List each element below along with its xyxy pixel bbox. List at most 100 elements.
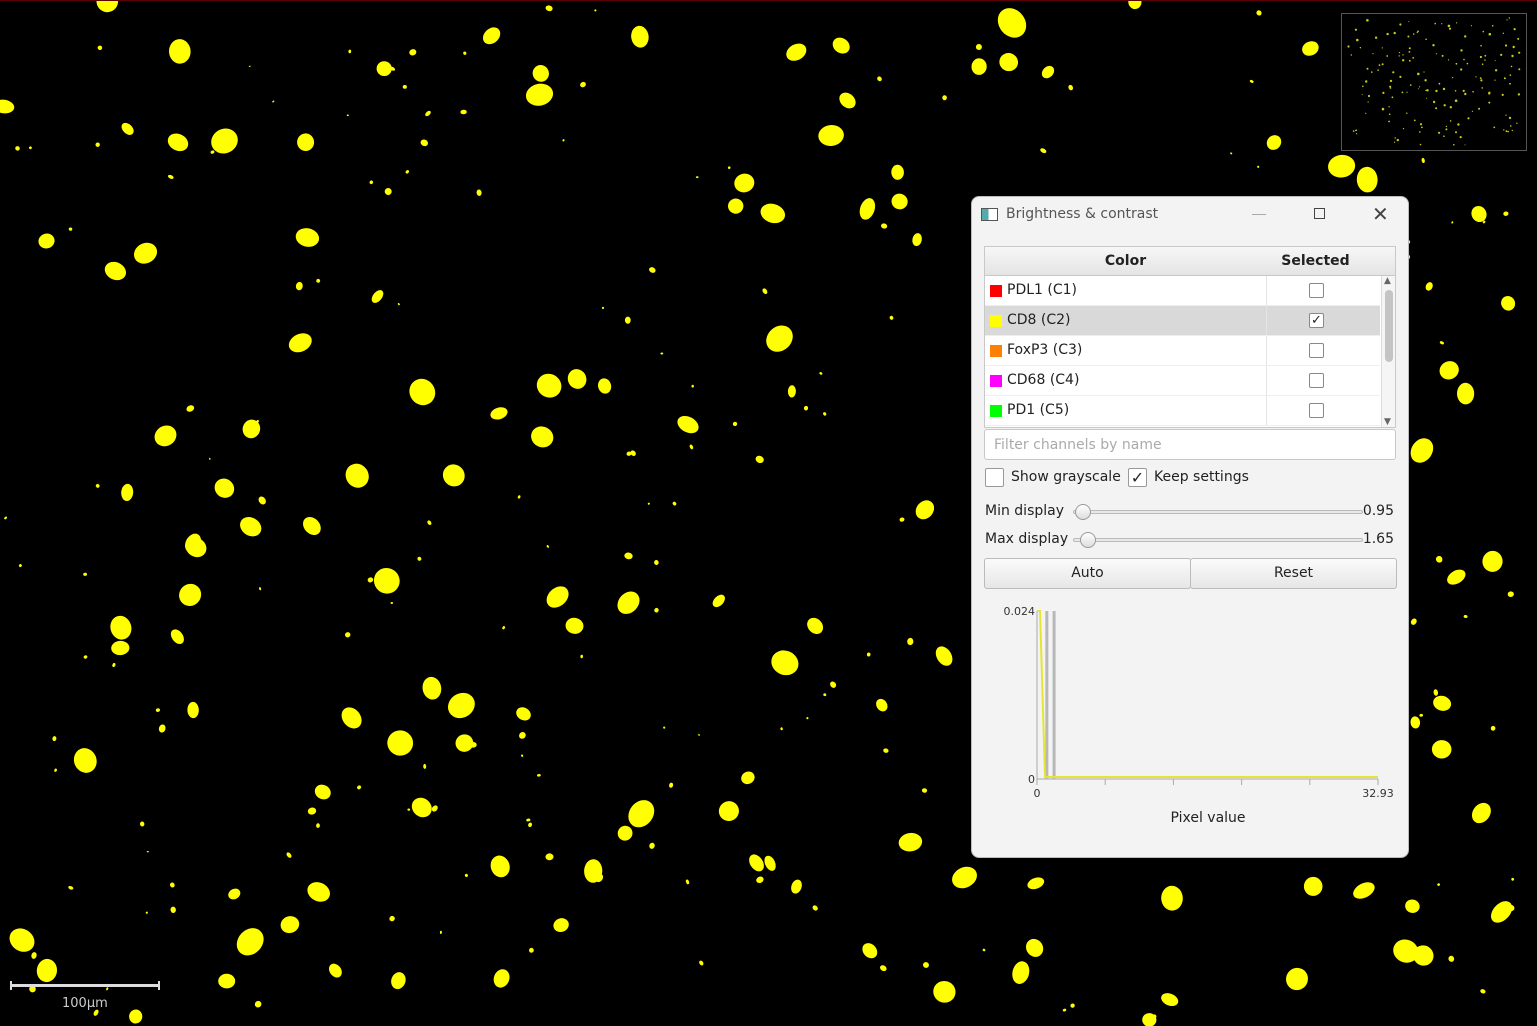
cell-marker — [1249, 79, 1254, 83]
overview-marker — [1466, 62, 1469, 65]
cell-marker — [899, 517, 905, 522]
filter-channels-input[interactable] — [984, 429, 1396, 460]
scroll-down-icon[interactable]: ▼ — [1384, 417, 1391, 427]
cell-marker — [933, 980, 956, 1003]
max-display-slider[interactable] — [1073, 532, 1363, 548]
cell-marker — [133, 242, 158, 264]
overview-marker — [1455, 131, 1457, 134]
scroll-up-icon[interactable]: ▲ — [1384, 276, 1391, 286]
column-header-color[interactable]: Color — [985, 247, 1267, 276]
overview-marker — [1504, 44, 1508, 47]
cell-marker — [525, 83, 554, 106]
cell-marker — [791, 879, 802, 894]
channel-selected-checkbox[interactable] — [1309, 403, 1324, 418]
reset-button[interactable]: Reset — [1190, 558, 1397, 589]
cell-marker — [528, 822, 533, 828]
cell-marker — [9, 928, 35, 952]
close-icon[interactable]: ✕ — [1372, 202, 1389, 226]
channel-row[interactable]: CD8 (C2) ✓ — [985, 306, 1380, 336]
cell-marker — [254, 1000, 262, 1008]
channel-selected-checkbox[interactable] — [1309, 373, 1324, 388]
overview-marker — [1402, 128, 1405, 130]
min-display-slider-thumb[interactable] — [1074, 504, 1091, 520]
max-display-value: 1.65 — [1362, 531, 1394, 547]
overview-marker — [1347, 45, 1350, 48]
overview-marker — [1445, 128, 1448, 131]
cell-marker — [1431, 740, 1452, 759]
channel-row[interactable]: FoxP3 (C3) — [985, 336, 1380, 366]
table-scrollbar[interactable]: ▲ ▼ — [1381, 276, 1395, 427]
cell-marker — [242, 419, 261, 439]
cell-marker — [95, 142, 100, 147]
overview-marker — [1494, 79, 1496, 81]
overview-marker — [1378, 64, 1381, 66]
channel-selected-checkbox[interactable] — [1309, 343, 1324, 358]
cell-marker — [259, 587, 262, 591]
overview-marker — [1484, 54, 1487, 57]
dialog-titlebar[interactable]: Brightness & contrast ✕ — [972, 197, 1408, 233]
cell-marker — [228, 888, 241, 900]
minimize-icon[interactable] — [1252, 214, 1266, 215]
overview-thumbnail[interactable] — [1341, 13, 1527, 151]
overview-marker — [1352, 130, 1355, 132]
cell-marker — [546, 545, 549, 548]
cell-marker — [346, 114, 349, 117]
cell-marker — [409, 49, 417, 56]
cell-marker — [698, 733, 700, 736]
overview-marker — [1406, 112, 1408, 114]
overview-marker — [1508, 116, 1512, 120]
cell-marker — [520, 754, 524, 757]
cell-marker — [68, 227, 73, 231]
channel-row[interactable]: CD68 (C4) — [985, 366, 1380, 396]
max-display-slider-thumb[interactable] — [1080, 532, 1097, 548]
cell-marker — [728, 198, 744, 214]
cell-marker — [1025, 938, 1044, 957]
overview-marker — [1425, 38, 1427, 41]
channel-row[interactable]: PD1 (C5) — [985, 396, 1380, 426]
cell-marker — [1405, 899, 1420, 913]
overview-marker — [1501, 93, 1504, 96]
cell-marker — [460, 109, 467, 115]
channel-selected-checkbox[interactable]: ✓ — [1309, 313, 1324, 328]
channel-selected-checkbox[interactable] — [1309, 283, 1324, 298]
cell-marker — [562, 139, 565, 142]
overview-marker — [1441, 54, 1444, 57]
overview-marker — [1361, 94, 1363, 96]
cell-marker — [915, 500, 935, 520]
cell-marker — [764, 855, 776, 871]
cell-marker — [1328, 154, 1356, 178]
overview-marker — [1423, 71, 1425, 73]
auto-button[interactable]: Auto — [984, 558, 1191, 589]
overview-marker — [1454, 99, 1458, 102]
cell-marker — [407, 808, 411, 811]
cell-marker — [898, 832, 923, 852]
overview-marker — [1441, 23, 1443, 25]
cell-marker — [168, 39, 191, 64]
cell-marker — [1302, 41, 1319, 56]
channel-row[interactable]: PDL1 (C1) — [985, 276, 1380, 306]
cell-marker — [780, 727, 783, 731]
min-display-slider[interactable] — [1073, 504, 1363, 520]
overview-marker — [1374, 36, 1378, 39]
cell-marker — [295, 228, 320, 247]
overview-marker — [1506, 19, 1508, 21]
cell-marker — [384, 188, 392, 195]
maximize-icon[interactable] — [1314, 208, 1325, 219]
cell-marker — [1491, 901, 1513, 923]
overview-marker — [1356, 133, 1358, 135]
overview-marker — [1386, 55, 1389, 57]
overview-marker — [1494, 60, 1496, 62]
cell-marker — [1471, 205, 1487, 223]
keep-settings-checkbox[interactable]: ✓ — [1128, 468, 1147, 487]
scrollbar-thumb[interactable] — [1385, 290, 1393, 362]
overview-marker — [1513, 28, 1516, 31]
overview-marker — [1413, 119, 1416, 122]
overview-marker — [1442, 87, 1446, 91]
column-header-selected[interactable]: Selected — [1266, 247, 1366, 276]
show-grayscale-checkbox[interactable] — [985, 468, 1004, 487]
cell-marker — [1490, 725, 1496, 731]
cell-marker — [405, 170, 409, 174]
show-grayscale-label: Show grayscale — [1011, 469, 1121, 485]
overview-marker — [1406, 91, 1408, 93]
overview-marker — [1438, 131, 1441, 134]
